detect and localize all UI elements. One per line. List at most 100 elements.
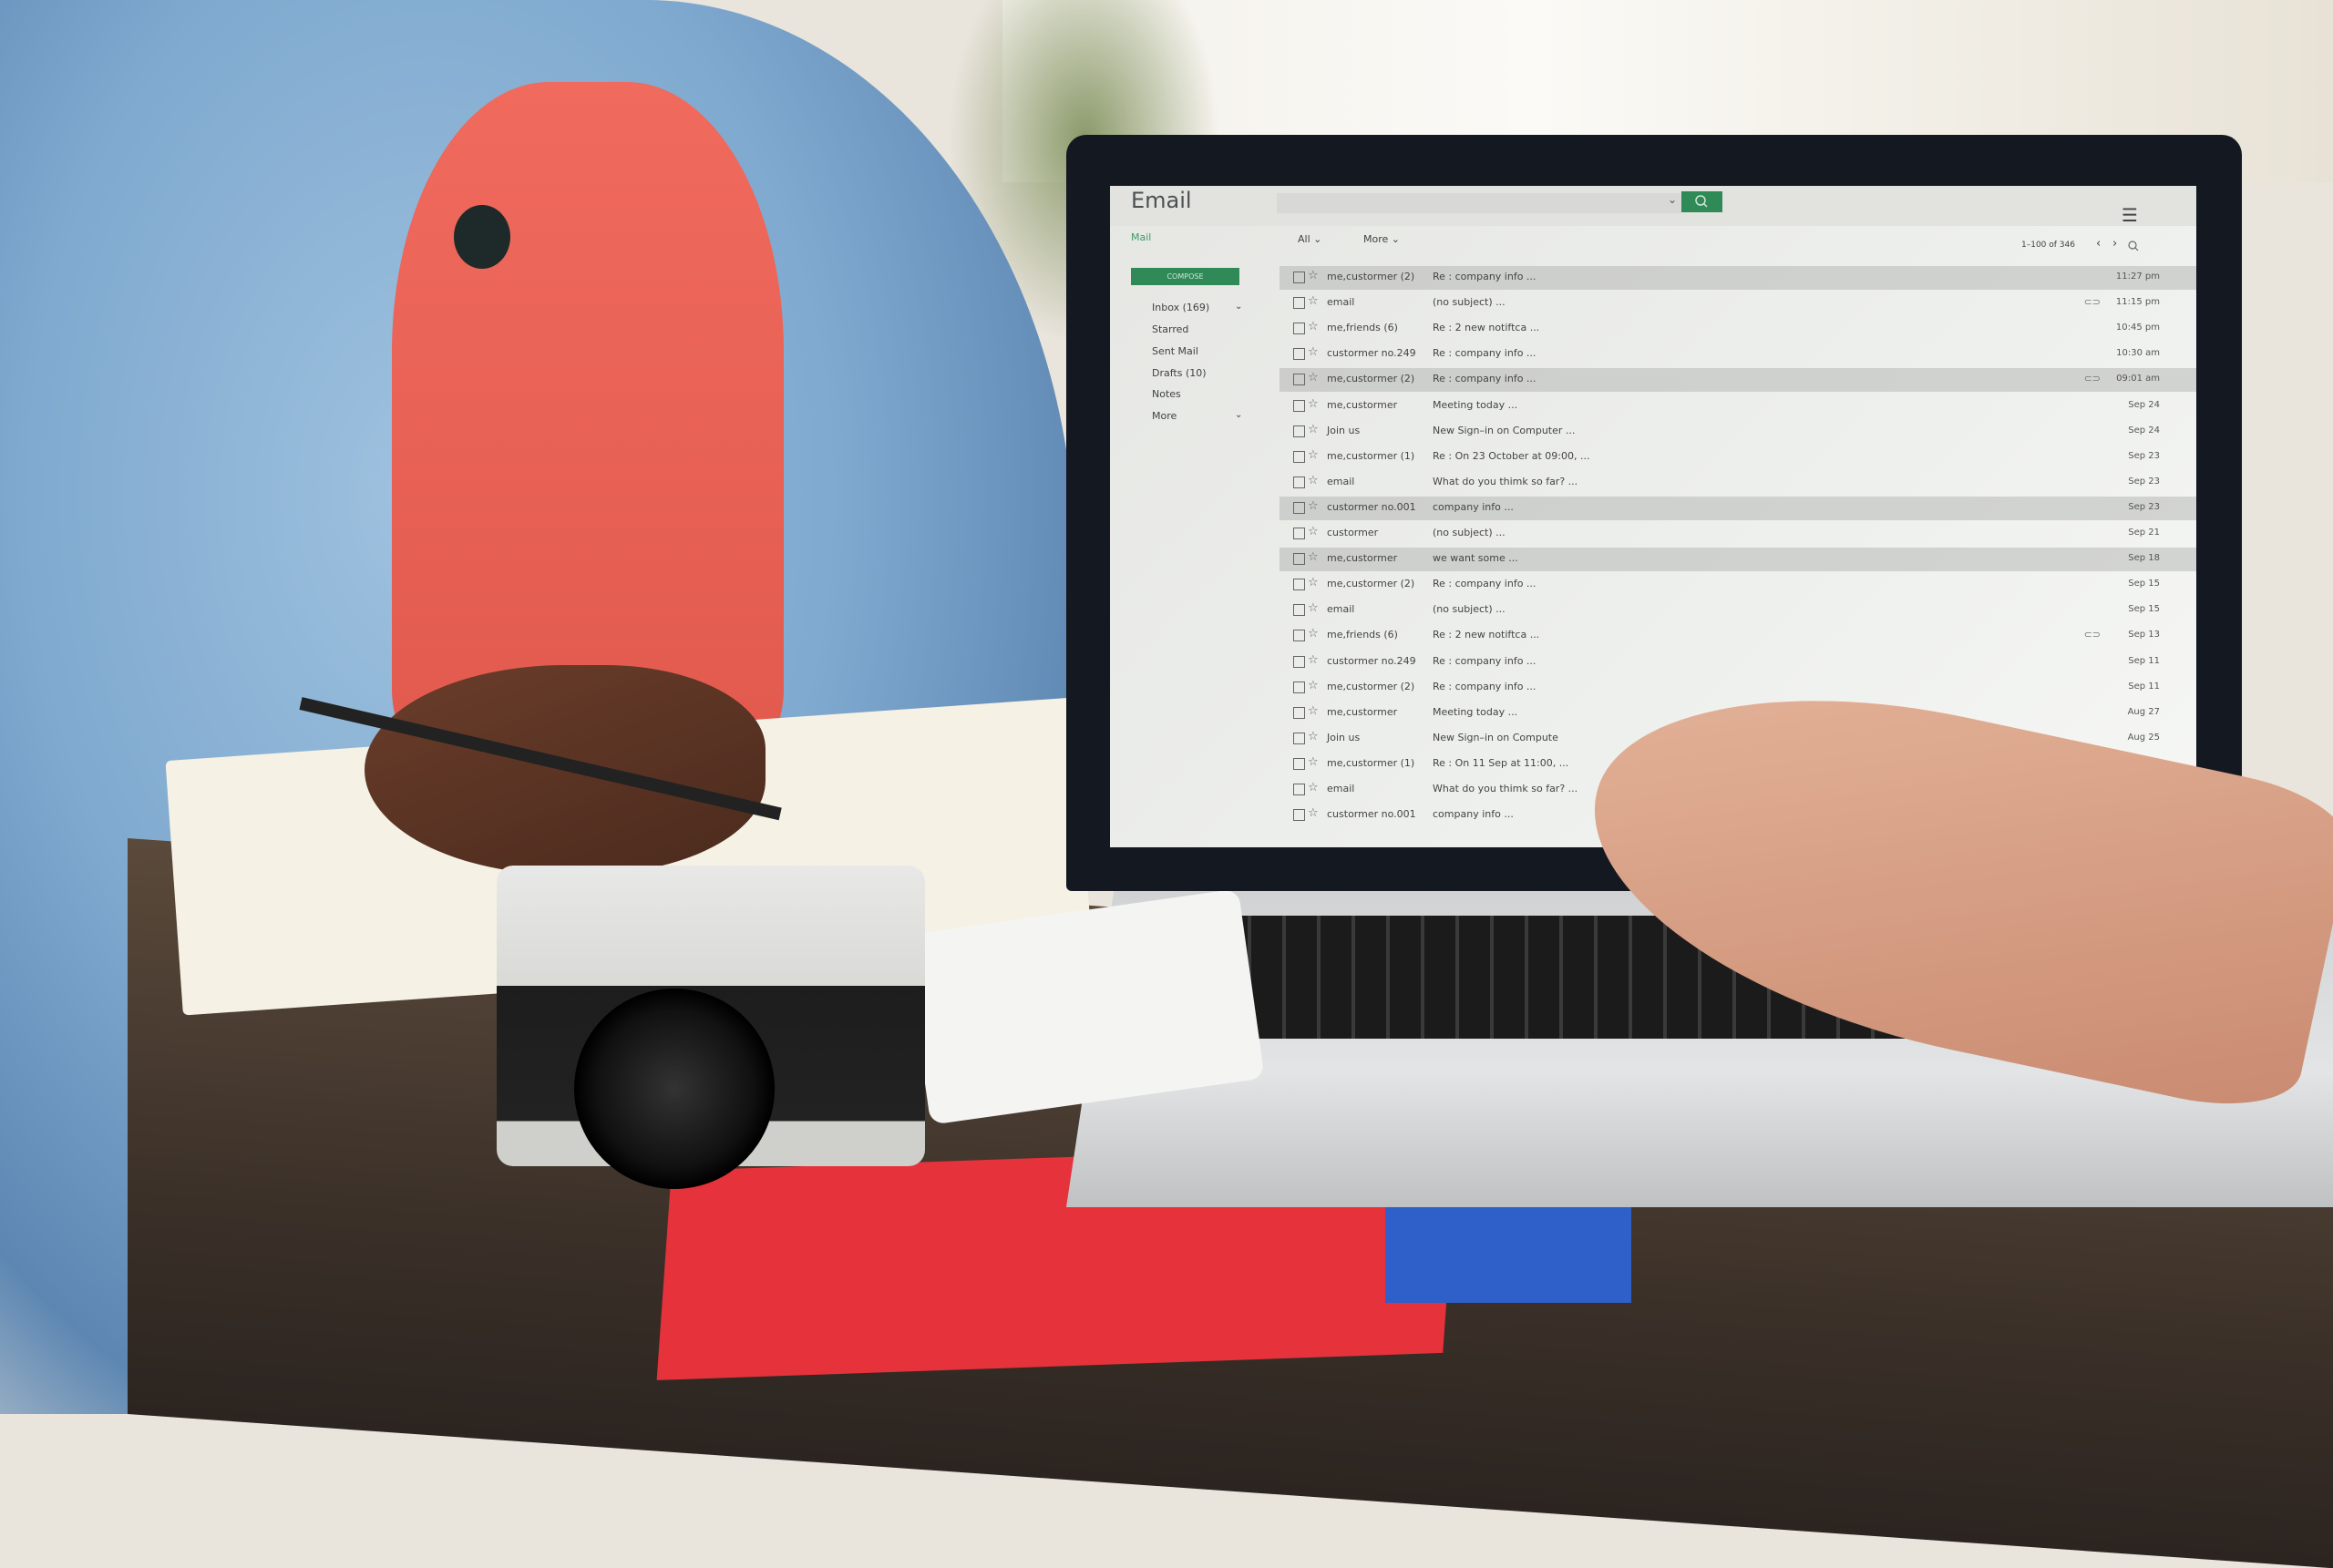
inbox-chevron-icon[interactable]: ⌄ xyxy=(1235,302,1242,312)
email-subject: company info ... xyxy=(1433,808,1514,821)
row-checkbox[interactable] xyxy=(1293,757,1305,770)
email-subject: Re : company info ... xyxy=(1433,271,1536,282)
email-row[interactable]: ☆ me,custormer (2) Re : company info ... ⊂⊃… xyxy=(1280,368,2196,393)
email-sender: Join us xyxy=(1327,731,1361,743)
email-row[interactable]: ☆ me,custormer (2) Re : company info ... 11… xyxy=(1280,266,2196,290)
star-outline-icon[interactable]: ☆ xyxy=(1308,679,1319,692)
row-checkbox[interactable] xyxy=(1293,809,1305,822)
star-outline-icon[interactable]: ☆ xyxy=(1308,320,1319,333)
row-checkbox[interactable] xyxy=(1293,374,1305,386)
row-checkbox[interactable] xyxy=(1293,706,1305,719)
email-row[interactable]: ☆ me,custormer (1) Re : On 23 October at 0… xyxy=(1280,446,2196,469)
email-sender: me,custormer xyxy=(1327,398,1398,411)
row-checkbox[interactable] xyxy=(1293,784,1305,795)
email-row[interactable]: ☆ custormer no.249 Re : company info ... Se… xyxy=(1280,651,2196,674)
star-outline-icon[interactable]: ☆ xyxy=(1308,345,1319,359)
compose-button[interactable]: COMPOSE xyxy=(1131,268,1239,285)
row-checkbox[interactable] xyxy=(1293,528,1305,539)
email-time: 09:01 am xyxy=(2116,374,2160,384)
star-outline-icon[interactable]: ☆ xyxy=(1308,550,1319,564)
star-outline-icon[interactable]: ☆ xyxy=(1308,755,1319,769)
star-outline-icon[interactable]: ☆ xyxy=(1308,525,1319,538)
email-subject: New Sign–in on Compute xyxy=(1433,731,1558,743)
star-outline-icon[interactable]: ☆ xyxy=(1308,601,1319,615)
prev-page-button[interactable]: ‹ xyxy=(2096,237,2101,251)
email-row[interactable]: ☆ me,custormer Meeting today ... Sep 24 xyxy=(1280,395,2196,418)
row-checkbox[interactable] xyxy=(1293,425,1305,437)
sidebar-item-drafts[interactable]: Drafts (10) xyxy=(1152,367,1207,379)
row-checkbox[interactable] xyxy=(1293,630,1305,642)
row-checkbox[interactable] xyxy=(1293,399,1305,412)
row-checkbox[interactable] xyxy=(1293,732,1305,744)
row-checkbox[interactable] xyxy=(1293,450,1305,463)
email-row[interactable]: ☆ me,custormer we want some ... Sep 18 xyxy=(1280,548,2196,572)
star-outline-icon[interactable]: ☆ xyxy=(1308,269,1319,282)
next-page-button[interactable]: › xyxy=(2112,237,2117,251)
search-input[interactable] xyxy=(1277,193,1681,213)
star-outline-icon[interactable]: ☆ xyxy=(1308,781,1319,794)
filter-all-dropdown[interactable]: All ⌄ xyxy=(1298,233,1321,245)
hamburger-icon[interactable]: ☰ xyxy=(2122,204,2138,226)
sidebar-item-notes[interactable]: Notes xyxy=(1152,388,1181,400)
email-sender: email xyxy=(1327,603,1355,616)
email-row[interactable]: ☆ custormer no.001 company info ... Sep 23 xyxy=(1280,496,2196,520)
star-outline-icon[interactable]: ☆ xyxy=(1308,730,1319,743)
email-sender: email xyxy=(1327,783,1355,794)
email-sender: custormer no.249 xyxy=(1327,654,1416,667)
email-time: Sep 24 xyxy=(2128,399,2160,410)
row-checkbox[interactable] xyxy=(1293,272,1305,283)
list-search-icon[interactable] xyxy=(2127,240,2140,252)
star-outline-icon[interactable]: ☆ xyxy=(1308,423,1319,436)
email-time: 11:15 pm xyxy=(2115,297,2160,308)
row-checkbox[interactable] xyxy=(1293,501,1305,514)
email-row[interactable]: ☆ me,custormer (2) Re : company info ... Se… xyxy=(1280,573,2196,597)
star-outline-icon[interactable]: ☆ xyxy=(1308,294,1319,308)
email-time: Sep 11 xyxy=(2128,681,2160,692)
row-checkbox[interactable] xyxy=(1293,297,1305,310)
star-outline-icon[interactable]: ☆ xyxy=(1308,653,1319,667)
star-outline-icon[interactable]: ☆ xyxy=(1308,576,1319,589)
row-checkbox[interactable] xyxy=(1293,604,1305,617)
more-chevron-icon[interactable]: ⌄ xyxy=(1235,410,1242,420)
row-checkbox[interactable] xyxy=(1293,579,1305,591)
sidebar-item-more[interactable]: More xyxy=(1152,410,1177,422)
row-checkbox[interactable] xyxy=(1293,681,1305,693)
email-subject: Re : On 23 October at 09:00, ... xyxy=(1433,449,1590,462)
sidebar-item-inbox[interactable]: Inbox (169) xyxy=(1152,302,1209,313)
star-outline-icon[interactable]: ☆ xyxy=(1308,806,1319,820)
star-outline-icon[interactable]: ☆ xyxy=(1308,474,1319,487)
row-checkbox[interactable] xyxy=(1293,323,1305,335)
email-row[interactable]: ☆ email (no subject) ... ⊂⊃ 11:15 pm xyxy=(1280,292,2196,315)
more-dropdown[interactable]: More ⌄ xyxy=(1363,233,1400,245)
email-row[interactable]: ☆ Join us New Sign–in on Computer ... Sep 2… xyxy=(1280,420,2196,444)
email-subject: New Sign–in on Computer ... xyxy=(1433,424,1576,436)
email-time: 10:30 am xyxy=(2116,348,2160,359)
mail-label[interactable]: Mail xyxy=(1131,231,1151,243)
email-time: Sep 21 xyxy=(2128,528,2160,538)
email-sender: me,friends (6) xyxy=(1327,629,1398,641)
star-outline-icon[interactable]: ☆ xyxy=(1308,397,1319,411)
sidebar-item-sent-mail[interactable]: Sent Mail xyxy=(1152,345,1198,357)
sidebar-item-starred[interactable]: Starred xyxy=(1152,323,1188,335)
email-sender: Join us xyxy=(1327,424,1361,436)
star-outline-icon[interactable]: ☆ xyxy=(1308,704,1319,718)
star-outline-icon[interactable]: ☆ xyxy=(1308,371,1319,384)
email-row[interactable]: ☆ custormer (no subject) ... Sep 21 xyxy=(1280,522,2196,546)
paperclip-icon: ⊂⊃ xyxy=(2083,296,2101,309)
email-row[interactable]: ☆ me,friends (6) Re : 2 new notiftca ... ⊂⊃… xyxy=(1280,624,2196,648)
search-button[interactable] xyxy=(1681,191,1722,212)
email-row[interactable]: ☆ email (no subject) ... Sep 15 xyxy=(1280,599,2196,622)
star-outline-icon[interactable]: ☆ xyxy=(1308,627,1319,641)
email-row[interactable]: ☆ email What do you thimk so far? ... Sep 2… xyxy=(1280,471,2196,495)
email-row[interactable]: ☆ custormer no.249 Re : company info ... 10… xyxy=(1280,343,2196,366)
email-time: Sep 15 xyxy=(2128,579,2160,589)
email-row[interactable]: ☆ me,custormer (2) Re : company info ... Se… xyxy=(1280,676,2196,700)
star-outline-icon[interactable]: ☆ xyxy=(1308,499,1319,513)
row-checkbox[interactable] xyxy=(1293,476,1305,488)
row-checkbox[interactable] xyxy=(1293,655,1305,668)
search-options-chevron-icon[interactable]: ⌄ xyxy=(1668,193,1677,206)
email-row[interactable]: ☆ me,friends (6) Re : 2 new notiftca ... 10… xyxy=(1280,317,2196,341)
row-checkbox[interactable] xyxy=(1293,348,1305,361)
row-checkbox[interactable] xyxy=(1293,553,1305,566)
star-outline-icon[interactable]: ☆ xyxy=(1308,448,1319,462)
